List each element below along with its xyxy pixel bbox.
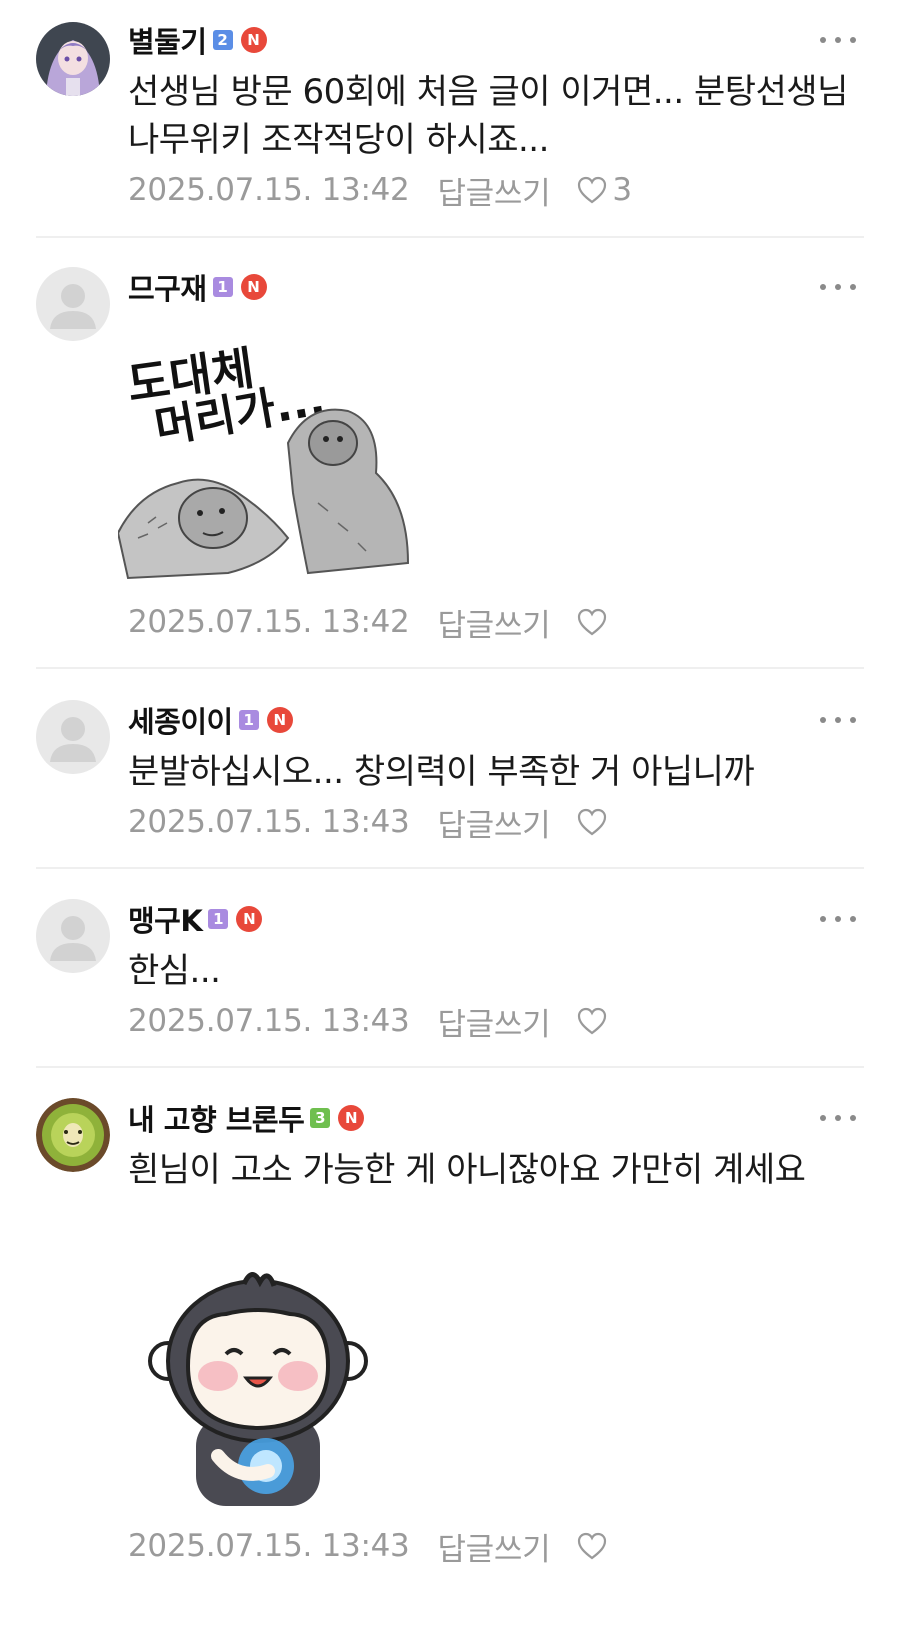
nickname[interactable]: 세종이이 <box>128 699 233 741</box>
like-button[interactable]: 3 <box>576 172 632 208</box>
more-options-icon[interactable] <box>820 267 856 307</box>
reply-button[interactable]: 답글쓰기 <box>437 168 550 213</box>
comment-header: 므구재 1 N <box>128 267 267 307</box>
comment-text: 선생님 방문 60회에 처음 글이 이거면... 분탕선생님 나무위키 조작적당… <box>128 72 848 160</box>
divider <box>36 667 864 669</box>
more-options-icon[interactable] <box>820 20 856 60</box>
level-badge: 3 <box>310 1108 331 1128</box>
comment-text: 분발하십시오... 창의력이 부족한 거 아닙니까 <box>128 752 755 792</box>
reply-button[interactable]: 답글쓰기 <box>437 999 550 1044</box>
comment-meta: 2025.07.15. 13:43 답글쓰기 <box>128 800 608 845</box>
comment-meta: 2025.07.15. 13:42 답글쓰기 <box>128 600 608 645</box>
comment-date: 2025.07.15. 13:43 <box>128 804 410 840</box>
nickname[interactable]: 내 고향 브론두 <box>128 1097 305 1139</box>
like-button[interactable] <box>576 607 608 637</box>
new-badge: N <box>338 1105 365 1131</box>
more-options-icon[interactable] <box>820 1098 856 1138</box>
like-button[interactable] <box>576 807 608 837</box>
level-badge: 1 <box>208 909 229 929</box>
comment-text: 흰님이 고소 가능한 게 아니잖아요 가만히 계세요 <box>128 1150 806 1190</box>
reply-button[interactable]: 답글쓰기 <box>437 800 550 845</box>
nickname[interactable]: 므구재 <box>128 266 207 308</box>
comment-header: 세종이이 1 N <box>128 700 293 740</box>
heart-icon <box>578 1007 607 1035</box>
comment-header: 맹구K 1 N <box>128 898 263 940</box>
default-profile-icon <box>50 916 96 961</box>
avatar[interactable] <box>36 700 110 774</box>
comment-item: 세종이이 1 N 분발하십시오... 창의력이 부족한 거 아닙니까 2025.… <box>0 698 900 868</box>
comment-date: 2025.07.15. 13:43 <box>128 1003 410 1039</box>
comment-date: 2025.07.15. 13:42 <box>128 172 410 208</box>
new-badge: N <box>240 274 267 300</box>
heart-icon <box>578 608 607 636</box>
monkey-sketch-image: 도대체 머리가... <box>116 341 410 580</box>
comment-item: 내 고향 브론두 3 N 흰님이 고소 가능한 게 아니잖아요 가만히 계세요 … <box>0 1096 900 1633</box>
level-badge: 1 <box>212 277 233 297</box>
comment-date: 2025.07.15. 13:43 <box>128 1528 410 1564</box>
monkey-character-sticker[interactable] <box>148 1266 368 1506</box>
comment-meta: 2025.07.15. 13:42 답글쓰기 3 <box>128 168 632 213</box>
level-badge: 1 <box>238 710 259 730</box>
more-options-icon[interactable] <box>820 899 856 939</box>
like-button[interactable] <box>576 1531 608 1561</box>
default-profile-icon <box>50 717 96 762</box>
monkey-sticker[interactable]: 도대체 머리가... <box>116 323 418 585</box>
level-badge: 2 <box>212 30 233 50</box>
nickname[interactable]: 별둘기 <box>128 19 207 61</box>
comment-header: 별둘기 2 N <box>128 20 267 60</box>
avatar[interactable] <box>36 1098 110 1172</box>
reply-button[interactable]: 답글쓰기 <box>437 1524 550 1569</box>
anime-avatar-icon <box>36 22 110 96</box>
heart-icon <box>578 1532 607 1560</box>
like-button[interactable] <box>576 1006 608 1036</box>
comment-text: 한심... <box>128 951 221 991</box>
default-profile-icon <box>50 284 96 329</box>
comment-item: 별둘기 2 N 선생님 방문 60회에 처음 글이 이거면... 분탕선생님 나… <box>0 18 900 238</box>
like-count: 3 <box>612 172 632 208</box>
reply-button[interactable]: 답글쓰기 <box>437 600 550 645</box>
divider <box>36 867 864 869</box>
kiwi-avatar-icon <box>36 1098 110 1172</box>
comment-item: 므구재 1 N 도대체 머리가... 2025.07.15. 13:42 답글쓰… <box>0 265 900 665</box>
new-badge: N <box>240 27 267 53</box>
comment-date: 2025.07.15. 13:42 <box>128 604 410 640</box>
divider <box>36 1066 864 1068</box>
heart-icon <box>578 176 607 204</box>
heart-icon <box>578 808 607 836</box>
more-options-icon[interactable] <box>820 700 856 740</box>
new-badge: N <box>236 906 263 932</box>
nickname[interactable]: 맹구K <box>128 898 203 940</box>
comment-meta: 2025.07.15. 13:43 답글쓰기 <box>128 1524 608 1569</box>
comment-header: 내 고향 브론두 3 N <box>128 1097 365 1139</box>
new-badge: N <box>266 707 293 733</box>
monkey-character-image <box>148 1272 368 1506</box>
divider <box>36 236 864 238</box>
comment-item: 맹구K 1 N 한심... 2025.07.15. 13:43 답글쓰기 <box>0 897 900 1067</box>
avatar[interactable] <box>36 22 110 96</box>
avatar[interactable] <box>36 899 110 973</box>
comment-meta: 2025.07.15. 13:43 답글쓰기 <box>128 999 608 1044</box>
avatar[interactable] <box>36 267 110 341</box>
